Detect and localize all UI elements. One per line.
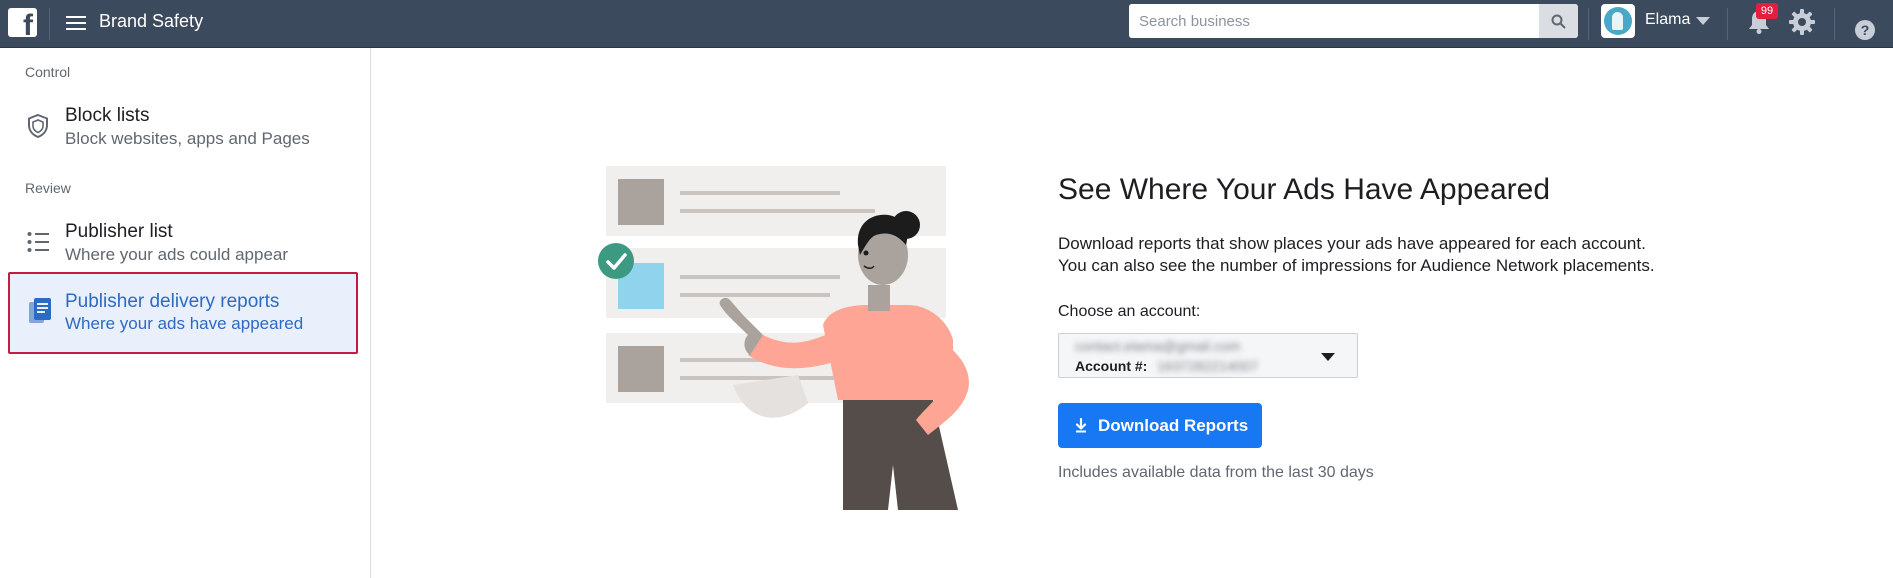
search-box	[1129, 4, 1578, 38]
sidebar: Control Block lists Block websites, apps…	[0, 48, 371, 578]
list-icon	[27, 232, 49, 252]
description-line: You can also see the number of impressio…	[1058, 256, 1655, 275]
account-id-label: Account #:	[1075, 358, 1148, 374]
illustration	[598, 166, 969, 510]
facebook-logo[interactable]: f	[8, 8, 37, 41]
sidebar-item-publisher-delivery-reports[interactable]: Publisher delivery reports Where your ad…	[8, 272, 358, 354]
page-description: Download reports that show places your a…	[1058, 233, 1655, 277]
sidebar-item-title: Block lists	[65, 105, 150, 126]
chevron-down-icon	[1321, 353, 1335, 361]
app-title: Brand Safety	[99, 11, 204, 31]
notification-badge: 99	[1756, 3, 1778, 19]
divider	[1588, 8, 1589, 40]
top-bar: f Brand Safety Elama 99	[0, 0, 1893, 48]
report-icon	[29, 298, 51, 323]
search-button[interactable]	[1539, 4, 1578, 38]
download-reports-label: Download Reports	[1098, 416, 1249, 435]
sidebar-item-subtitle: Where your ads have appeared	[65, 314, 304, 333]
gear-icon[interactable]	[1788, 8, 1816, 36]
divider	[49, 8, 50, 40]
sidebar-item-title: Publisher list	[65, 221, 173, 242]
sidebar-item-subtitle: Block websites, apps and Pages	[65, 129, 310, 148]
description-line: Download reports that show places your a…	[1058, 234, 1646, 253]
data-availability-note: Includes available data from the last 30…	[1058, 464, 1374, 481]
facebook-logo-letter: f	[23, 9, 33, 42]
avatar[interactable]	[1601, 4, 1635, 38]
search-input[interactable]	[1129, 4, 1539, 38]
search-icon	[1551, 14, 1566, 29]
page-title: See Where Your Ads Have Appeared	[1058, 173, 1551, 206]
account-select-label: Choose an account:	[1058, 303, 1201, 320]
section-label-review: Review	[25, 180, 71, 196]
divider	[1834, 8, 1835, 40]
account-select[interactable]: contact.elama@gmail.com Account #: 16372…	[1058, 333, 1358, 378]
user-name[interactable]: Elama	[1645, 11, 1690, 29]
section-label-control: Control	[25, 64, 71, 80]
download-reports-button[interactable]: Download Reports	[1058, 403, 1262, 448]
sidebar-item-subtitle: Where your ads could appear	[65, 245, 289, 264]
account-email: contact.elama@gmail.com	[1075, 338, 1241, 354]
download-icon	[1075, 418, 1087, 433]
help-icon[interactable]: ?	[1855, 20, 1875, 40]
menu-icon[interactable]	[66, 13, 86, 33]
sidebar-item-title: Publisher delivery reports	[65, 291, 280, 312]
sidebar-item-block-lists[interactable]: Block lists Block websites, apps and Pag…	[8, 95, 358, 171]
account-id-value: 1637282214007	[1157, 358, 1259, 374]
chevron-down-icon[interactable]	[1696, 17, 1710, 25]
divider	[1727, 8, 1728, 40]
shield-icon	[28, 113, 48, 139]
